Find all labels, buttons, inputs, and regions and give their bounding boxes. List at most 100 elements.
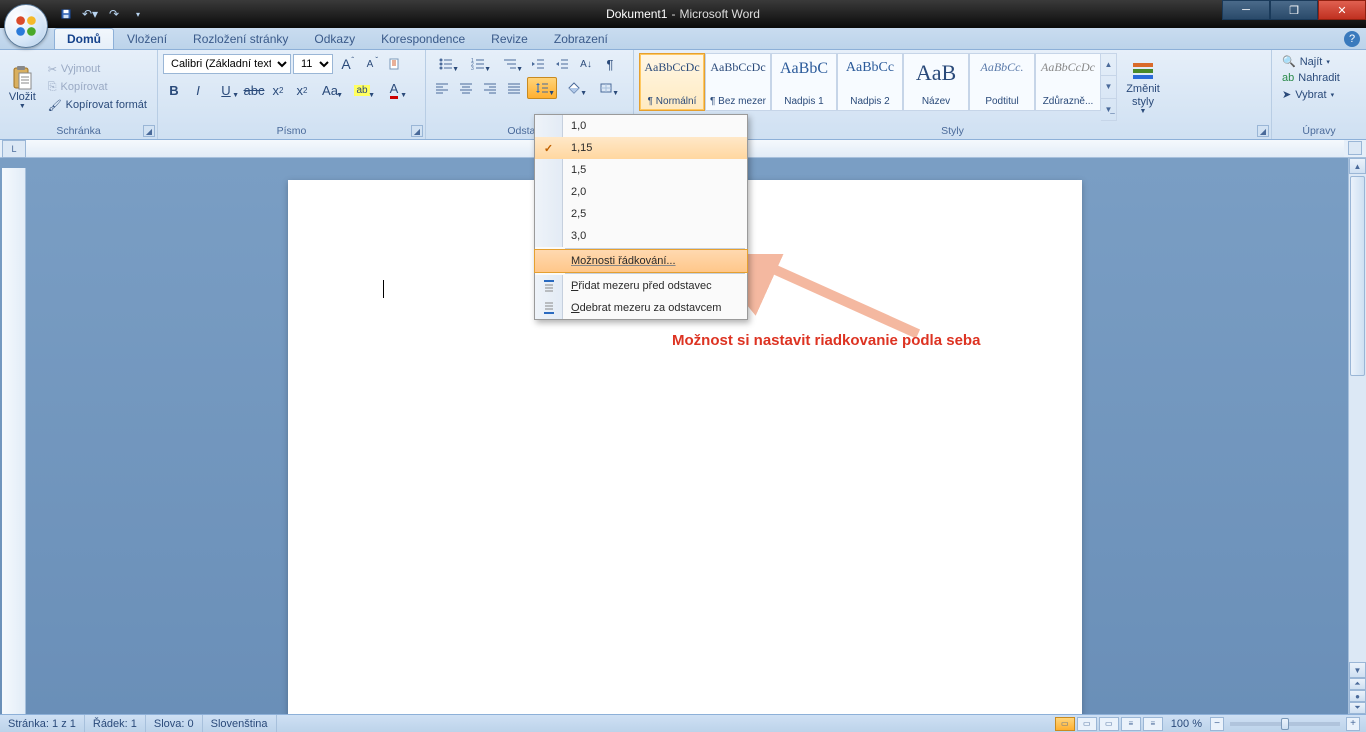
style-normal[interactable]: AaBbCcDc¶ Normální	[639, 53, 705, 111]
view-draft[interactable]: ≡	[1143, 717, 1163, 731]
bullets-button[interactable]: ▼	[431, 53, 461, 75]
tab-insert[interactable]: Vložení	[114, 28, 180, 49]
shrink-font-button[interactable]: Aˇ	[359, 53, 381, 75]
shading-button[interactable]: ▼	[559, 77, 589, 99]
font-name-combo[interactable]: Calibri (Základní text)	[163, 54, 291, 74]
scroll-up[interactable]: ▲	[1349, 158, 1366, 174]
subscript-button[interactable]: x2	[267, 79, 289, 101]
vertical-ruler[interactable]	[2, 168, 26, 714]
prev-page-icon[interactable]: ⏶	[1349, 678, 1366, 690]
align-right-button[interactable]	[479, 77, 501, 99]
view-full-screen[interactable]: ▭	[1077, 717, 1097, 731]
format-painter-button[interactable]: 🖌Kopírovat formát	[43, 97, 152, 114]
ls-more-options[interactable]: Možnosti řádkování...	[535, 250, 747, 272]
status-words[interactable]: Slova: 0	[146, 715, 203, 732]
gallery-up[interactable]: ▲	[1101, 54, 1116, 76]
style-title[interactable]: AaBNázev	[903, 53, 969, 111]
style-subtitle[interactable]: AaBbCc.Podtitul	[969, 53, 1035, 111]
line-spacing-button[interactable]: ▼	[527, 77, 557, 99]
grow-font-button[interactable]: Aˆ	[335, 53, 357, 75]
zoom-slider[interactable]	[1230, 722, 1340, 726]
tab-view[interactable]: Zobrazení	[541, 28, 621, 49]
sort-button[interactable]: A↓	[575, 53, 597, 75]
font-size-combo[interactable]: 11	[293, 54, 333, 74]
paste-label: Vložit	[9, 91, 36, 103]
align-center-button[interactable]	[455, 77, 477, 99]
qat-customize-icon[interactable]: ▾	[128, 4, 148, 24]
brush-icon: 🖌	[48, 99, 62, 112]
ls-option-3-0[interactable]: 3,0	[535, 225, 747, 247]
ls-remove-space-after[interactable]: Odebrat mezeru za odstavcem	[535, 297, 747, 319]
multilevel-button[interactable]: ▼	[495, 53, 525, 75]
restore-button[interactable]: ❐	[1270, 0, 1318, 20]
ls-option-2-0[interactable]: 2,0	[535, 181, 747, 203]
status-page[interactable]: Stránka: 1 z 1	[0, 715, 85, 732]
highlight-button[interactable]: ab▼	[347, 79, 377, 101]
view-web[interactable]: ▭	[1099, 717, 1119, 731]
style-heading1[interactable]: AaBbCNadpis 1	[771, 53, 837, 111]
tab-review[interactable]: Revize	[478, 28, 541, 49]
change-styles-button[interactable]: Změnit styly▼	[1120, 53, 1166, 121]
tab-references[interactable]: Odkazy	[301, 28, 368, 49]
font-launcher[interactable]: ◢	[411, 125, 423, 137]
cut-button[interactable]: ✂Vyjmout	[43, 61, 152, 78]
zoom-in-button[interactable]: +	[1346, 717, 1360, 731]
find-button[interactable]: 🔍Najít▾	[1277, 53, 1345, 70]
select-button[interactable]: ➤Vybrat▾	[1277, 86, 1345, 103]
style-no-spacing[interactable]: AaBbCcDc¶ Bez mezer	[705, 53, 771, 111]
undo-icon[interactable]: ↶▾	[80, 4, 100, 24]
zoom-thumb[interactable]	[1281, 718, 1289, 730]
bold-button[interactable]: B	[163, 79, 185, 101]
tab-mailings[interactable]: Korespondence	[368, 28, 478, 49]
redo-icon[interactable]: ↷	[104, 4, 124, 24]
office-button[interactable]	[4, 4, 48, 48]
zoom-out-button[interactable]: −	[1210, 717, 1224, 731]
styles-launcher[interactable]: ◢	[1257, 125, 1269, 137]
numbering-button[interactable]: 123▼	[463, 53, 493, 75]
change-case-button[interactable]: Aa▼	[315, 79, 345, 101]
font-color-button[interactable]: A▼	[379, 79, 409, 101]
close-button[interactable]: ✕	[1318, 0, 1366, 20]
replace-button[interactable]: abNahradit	[1277, 70, 1345, 86]
status-line[interactable]: Řádek: 1	[85, 715, 146, 732]
superscript-button[interactable]: x2	[291, 79, 313, 101]
vertical-scrollbar[interactable]: ▲ ▼ ⏶ ● ⏷	[1348, 158, 1366, 714]
italic-button[interactable]: I	[187, 79, 209, 101]
underline-button[interactable]: U▼	[211, 79, 241, 101]
justify-button[interactable]	[503, 77, 525, 99]
scroll-down[interactable]: ▼	[1349, 662, 1366, 678]
view-outline[interactable]: ≡	[1121, 717, 1141, 731]
clipboard-launcher[interactable]: ◢	[143, 125, 155, 137]
next-page-icon[interactable]: ⏷	[1349, 702, 1366, 714]
style-emphasis[interactable]: AaBbCcDcZdůrazně...	[1035, 53, 1101, 111]
ls-option-1-0[interactable]: 1,0	[535, 115, 747, 137]
help-icon[interactable]: ?	[1344, 31, 1360, 47]
view-print-layout[interactable]: ▭	[1055, 717, 1075, 731]
decrease-indent-button[interactable]	[527, 53, 549, 75]
ruler-toggle[interactable]	[1348, 141, 1362, 155]
strikethrough-button[interactable]: abc	[243, 79, 265, 101]
ls-option-1-5[interactable]: 1,5	[535, 159, 747, 181]
ls-option-1-15[interactable]: ✓1,15	[535, 137, 747, 159]
increase-indent-button[interactable]	[551, 53, 573, 75]
gallery-expand[interactable]: ▼̲	[1101, 99, 1116, 120]
tab-home[interactable]: Domů	[54, 28, 114, 49]
ls-option-2-5[interactable]: 2,5	[535, 203, 747, 225]
browse-object-icon[interactable]: ●	[1349, 690, 1366, 702]
ls-add-space-before[interactable]: PPřidat mezeru před odstavecřidat mezeru…	[535, 275, 747, 297]
tab-selector[interactable]: L	[2, 140, 26, 158]
align-left-button[interactable]	[431, 77, 453, 99]
tab-page-layout[interactable]: Rozložení stránky	[180, 28, 301, 49]
gallery-down[interactable]: ▼	[1101, 76, 1116, 98]
save-icon[interactable]	[56, 4, 76, 24]
minimize-button[interactable]: ─	[1222, 0, 1270, 20]
show-marks-button[interactable]: ¶	[599, 53, 621, 75]
copy-button[interactable]: ⎘Kopírovat	[43, 79, 152, 96]
clear-formatting-button[interactable]	[383, 53, 405, 75]
style-heading2[interactable]: AaBbCcNadpis 2	[837, 53, 903, 111]
status-language[interactable]: Slovenština	[203, 715, 277, 732]
scroll-thumb[interactable]	[1350, 176, 1365, 376]
zoom-level[interactable]: 100 %	[1165, 718, 1208, 730]
paste-button[interactable]: Vložit ▼	[5, 53, 40, 121]
borders-button[interactable]: ▼	[591, 77, 621, 99]
